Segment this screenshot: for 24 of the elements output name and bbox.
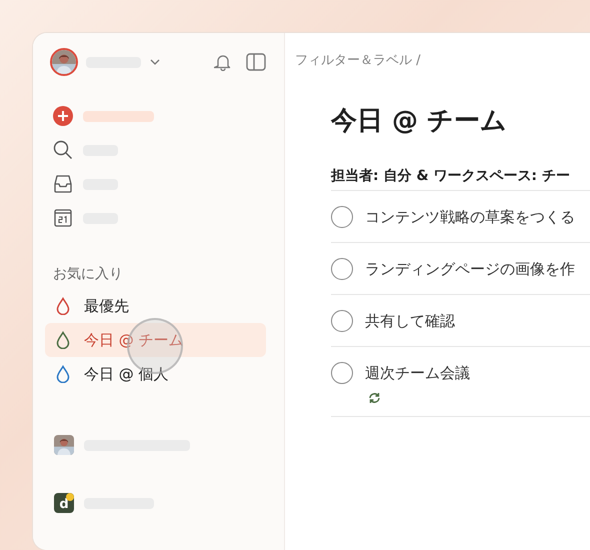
task-checkbox[interactable] <box>331 362 353 384</box>
chevron-down-icon[interactable] <box>149 58 161 66</box>
task-checkbox[interactable] <box>331 310 353 332</box>
task-title: ランディングページの画像を作 <box>365 260 575 278</box>
favorite-item[interactable]: 今日 @ チーム <box>45 323 266 357</box>
section-heading: お気に入り <box>53 265 124 284</box>
task-checkbox[interactable] <box>331 258 353 280</box>
bell-icon[interactable] <box>214 53 232 71</box>
search-icon[interactable] <box>53 140 73 160</box>
favorite-item[interactable]: 最優先 <box>45 289 266 323</box>
sidebar-toggle-icon[interactable] <box>246 53 266 71</box>
filter-heading: 担当者: 自分 & ワークスペース: チー <box>331 167 571 186</box>
task-title: コンテンツ戦略の草案をつくる <box>365 208 575 226</box>
task-title: 週次チーム会議 <box>365 364 470 382</box>
breadcrumb[interactable]: フィルター＆ラベル / <box>295 50 590 72</box>
task-title: 共有して確認 <box>365 312 455 330</box>
favorite-item[interactable]: 今日 @ 個人 <box>45 357 266 391</box>
add-icon[interactable] <box>53 106 73 126</box>
page-title: 今日 @ チーム <box>331 105 508 138</box>
workspace-logo: d <box>54 493 74 513</box>
placeholder-bar <box>83 110 154 122</box>
task-checkbox[interactable] <box>331 206 353 228</box>
inbox-icon[interactable] <box>53 174 73 194</box>
calendar-icon[interactable] <box>53 208 73 228</box>
